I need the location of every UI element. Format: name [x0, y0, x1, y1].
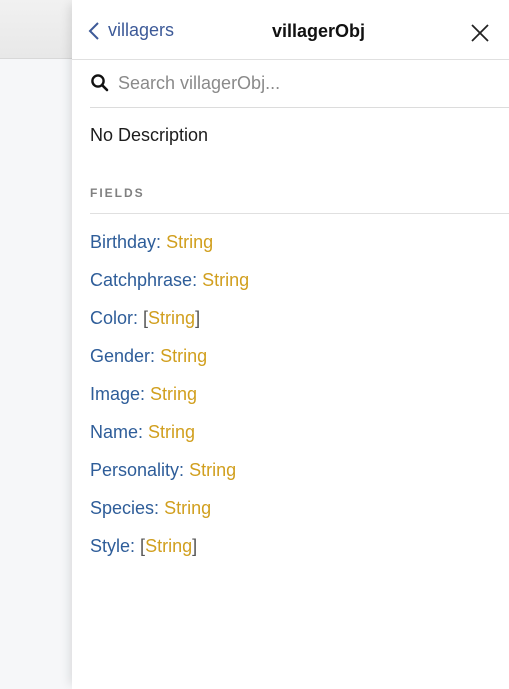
field-separator: :: [192, 270, 203, 290]
fields-section-title: FIELDS: [90, 186, 145, 200]
field-type-link[interactable]: String: [166, 232, 213, 252]
field-separator: :: [179, 460, 190, 480]
field-name-link[interactable]: Birthday: [90, 232, 156, 252]
field-type-link[interactable]: String: [160, 346, 207, 366]
field-row: Name: String: [90, 420, 509, 458]
field-row: Birthday: String: [90, 230, 509, 268]
field-row: Species: String: [90, 496, 509, 534]
field-separator: :: [154, 498, 165, 518]
field-type-link[interactable]: String: [150, 384, 197, 404]
search-bar: [90, 60, 509, 108]
field-separator: :: [140, 384, 151, 404]
field-type-link[interactable]: String: [189, 460, 236, 480]
background-header: [0, 0, 72, 59]
list-bracket-close: ]: [195, 308, 201, 328]
docs-explorer-panel: villagers villagerObj No Description FIE…: [72, 0, 509, 689]
list-bracket-close: ]: [192, 536, 198, 556]
search-icon: [90, 73, 110, 93]
close-icon: [471, 24, 489, 42]
close-button[interactable]: [471, 24, 489, 42]
field-name-link[interactable]: Catchphrase: [90, 270, 192, 290]
panel-header: villagers villagerObj: [72, 0, 509, 60]
field-type-link[interactable]: String: [202, 270, 249, 290]
field-row: Image: String: [90, 382, 509, 420]
field-separator: :: [150, 346, 161, 366]
field-type-link[interactable]: String: [164, 498, 211, 518]
field-name-link[interactable]: Style: [90, 536, 130, 556]
field-name-link[interactable]: Color: [90, 308, 133, 328]
field-separator: :: [138, 422, 149, 442]
field-name-link[interactable]: Gender: [90, 346, 150, 366]
background-content: [0, 59, 72, 689]
type-description: No Description: [90, 125, 209, 145]
field-type-link[interactable]: String: [148, 308, 195, 328]
field-row: Gender: String: [90, 344, 509, 382]
field-row: Style: [String]: [90, 534, 509, 572]
field-name-link[interactable]: Image: [90, 384, 140, 404]
field-name-link[interactable]: Personality: [90, 460, 179, 480]
section-divider: [90, 213, 509, 214]
field-name-link[interactable]: Species: [90, 498, 154, 518]
field-separator: :: [156, 232, 167, 252]
field-row: Color: [String]: [90, 306, 509, 344]
field-separator: :: [130, 536, 141, 556]
field-row: Personality: String: [90, 458, 509, 496]
fields-list: Birthday: String Catchphrase: String Color…: [90, 230, 509, 572]
search-input[interactable]: [118, 73, 498, 94]
field-row: Catchphrase: String: [90, 268, 509, 306]
panel-title: villagerObj: [271, 21, 366, 41]
field-type-link[interactable]: String: [145, 536, 192, 556]
field-name-link[interactable]: Name: [90, 422, 138, 442]
field-type-link[interactable]: String: [148, 422, 195, 442]
field-separator: :: [133, 308, 144, 328]
